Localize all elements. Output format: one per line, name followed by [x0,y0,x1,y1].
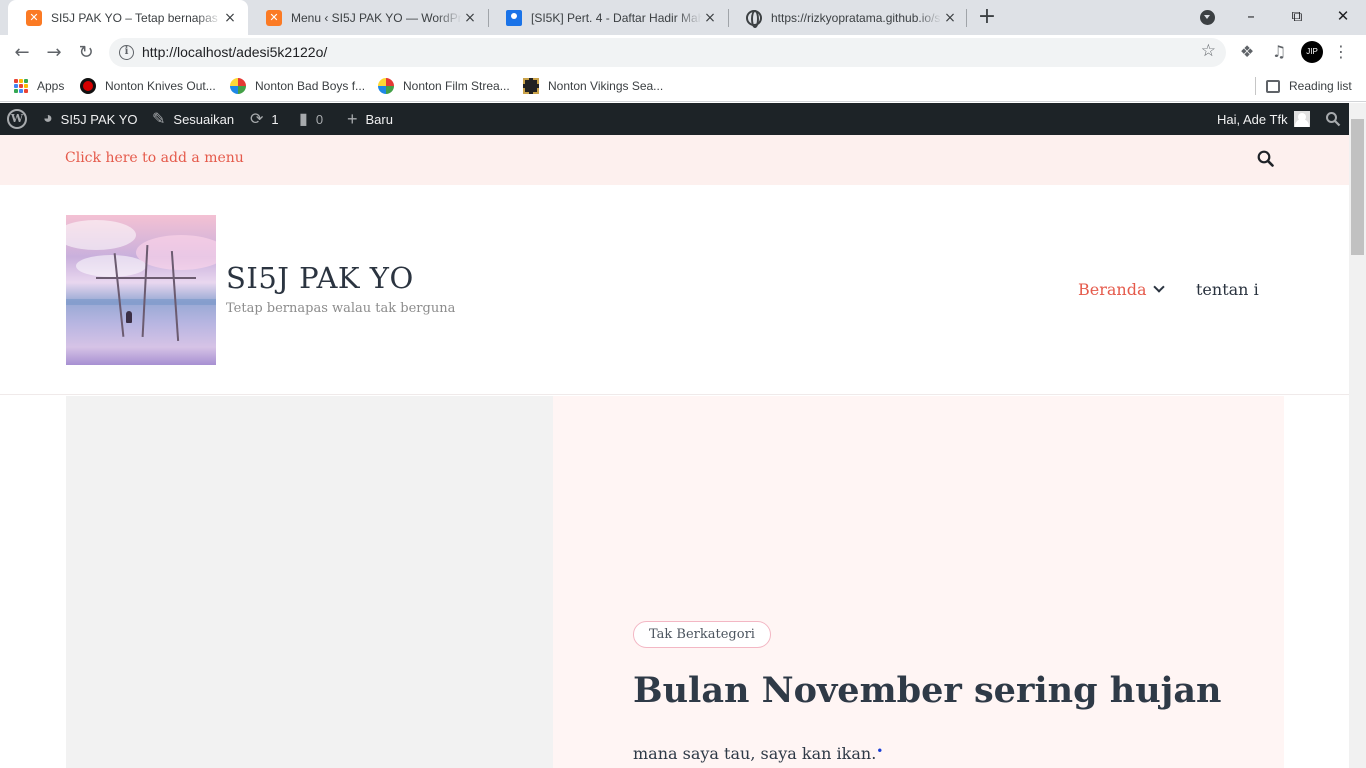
comments-link[interactable]: ▮ 0 [299,103,323,135]
top-menu-bar: Click here to add a menu [0,135,1349,185]
post-excerpt: mana saya tau, saya kan ikan.• [633,744,883,763]
bookmark-star-icon[interactable]: ☆ [1201,41,1216,61]
bookmark-item[interactable]: Nonton Knives Out... [80,76,216,96]
bookmark-label: Nonton Film Strea... [403,79,510,93]
colorful-fan-icon [378,78,394,94]
tab[interactable]: ✕ Menu ‹ SI5J PAK YO — WordPress × [248,0,488,35]
bookmark-label: Nonton Vikings Sea... [548,79,664,93]
bookmark-item[interactable]: Nonton Bad Boys f... [230,76,365,96]
nav-item-tentang[interactable]: tentan i [1196,280,1259,299]
reading-list-icon [1266,79,1280,93]
forward-icon[interactable]: → [41,40,67,66]
browser-toolbar: ← → ↻ i http://localhost/adesi5k2122o/ ☆… [0,35,1366,70]
xampp-icon: ✕ [26,9,42,26]
chevron-down-icon[interactable] [1152,281,1165,293]
film-icon [523,78,539,94]
close-icon[interactable]: × [222,10,238,26]
address-bar[interactable]: i http://localhost/adesi5k2122o/ ☆ [109,38,1226,67]
tab[interactable]: https://rizkyopratama.github.io/s × [728,0,968,35]
new-label: Baru [365,111,393,127]
more-menu-icon[interactable]: ⋮ [1331,42,1351,62]
bookmarks-bar: Apps Nonton Knives Out... Nonton Bad Boy… [0,70,1366,102]
search-icon [1326,112,1341,127]
featured-image-placeholder[interactable] [66,396,553,768]
back-icon[interactable]: ← [9,40,35,66]
comments-count: 0 [315,111,324,127]
wp-admin-bar: W ◕ SI5J PAK YO ✎ Sesuaikan ⟳ 1 ▮ 0 + Ba… [0,103,1366,135]
wordpress-logo-button[interactable]: W [7,103,27,135]
restore-icon[interactable]: ⧉ [1274,0,1320,32]
profile-avatar[interactable]: JIP [1301,41,1323,63]
update-icon: ⟳ [250,111,264,128]
customize-link[interactable]: ✎ Sesuaikan [152,103,234,135]
tab-search-icon[interactable] [1200,10,1215,25]
tab-separator [966,9,967,27]
bookmark-apps[interactable]: Apps [14,76,64,96]
search-icon[interactable] [1257,150,1274,167]
info-icon[interactable]: i [119,45,134,60]
red-circle-icon [80,78,96,94]
xampp-icon: ✕ [266,9,282,26]
scroll-thumb[interactable] [1351,119,1364,255]
site-title[interactable]: SI5J PAK YO [226,261,414,295]
tab-title: Menu ‹ SI5J PAK YO — WordPress [291,10,462,25]
window-close-icon[interactable]: ✕ [1320,0,1366,32]
new-content-link[interactable]: + Baru [347,103,393,135]
wordpress-icon: W [7,109,27,129]
site-logo[interactable] [66,215,216,365]
bookmark-item[interactable]: Nonton Film Strea... [378,76,510,96]
globe-icon [746,9,762,28]
add-menu-link[interactable]: Click here to add a menu [65,150,244,166]
site-tagline: Tetap bernapas walau tak berguna [226,301,456,316]
reading-list-button[interactable]: Reading list [1266,76,1352,96]
excerpt-text: mana saya tau, saya kan ikan. [633,744,877,763]
paintbrush-icon: ✎ [152,111,166,128]
apps-grid-icon [14,79,28,93]
tab-strip: ✕ SI5J PAK YO – Tetap bernapas walau tak… [0,0,1366,35]
post-title[interactable]: Bulan November sering hujan [633,670,1221,711]
close-icon[interactable]: × [462,10,478,26]
plus-icon: + [347,108,358,129]
tab-title: https://rizkyopratama.github.io/s [771,10,941,25]
category-badge[interactable]: Tak Berkategori [633,621,771,648]
admin-site-link[interactable]: ◕ SI5J PAK YO [43,103,138,135]
nav-item-beranda[interactable]: Beranda [1078,280,1165,299]
minimize-icon[interactable]: – [1228,0,1274,32]
tab[interactable]: [SI5K] Pert. 4 - Daftar Hadir Mahasiswa … [488,0,728,35]
reload-icon[interactable]: ↻ [73,40,99,66]
extensions-icon[interactable]: ❖ [1237,42,1257,62]
media-control-icon[interactable]: ♫ [1269,42,1289,62]
dot-icon: • [876,744,884,758]
divider [1255,77,1256,95]
bookmark-label: Apps [37,79,65,93]
dashboard-icon: ◕ [43,110,53,127]
close-icon[interactable]: × [702,10,718,26]
site-header: SI5J PAK YO Tetap bernapas walau tak ber… [0,185,1349,395]
my-account-link[interactable]: Hai, Ade Tfk [1217,103,1310,135]
greeting: Hai, Ade Tfk [1217,111,1288,127]
classroom-icon [506,9,522,26]
featured-post: Tak Berkategori Bulan November sering hu… [553,396,1284,768]
admin-search-button[interactable] [1325,103,1341,135]
pinwheel-icon [230,78,246,94]
close-icon[interactable]: × [942,10,958,26]
new-tab-button[interactable]: + [976,6,998,28]
reading-list-label: Reading list [1289,79,1352,93]
admin-site-name: SI5J PAK YO [60,111,138,127]
tab-title: SI5J PAK YO – Tetap bernapas walau tak b… [51,10,222,25]
updates-count: 1 [271,111,279,127]
url-text[interactable]: http://localhost/adesi5k2122o/ [142,44,327,60]
tab-active[interactable]: ✕ SI5J PAK YO – Tetap bernapas walau tak… [8,0,248,35]
bookmark-item[interactable]: Nonton Vikings Sea... [523,76,663,96]
tab-title: [SI5K] Pert. 4 - Daftar Hadir Mahasiswa [531,10,702,25]
bookmark-label: Nonton Knives Out... [105,79,216,93]
comment-icon: ▮ [299,111,308,128]
avatar [1293,111,1310,127]
customize-label: Sesuaikan [173,111,235,127]
nav-item-label: Beranda [1078,280,1147,299]
bookmark-label: Nonton Bad Boys f... [255,79,366,93]
updates-link[interactable]: ⟳ 1 [250,103,279,135]
page-scrollbar[interactable] [1349,103,1366,768]
